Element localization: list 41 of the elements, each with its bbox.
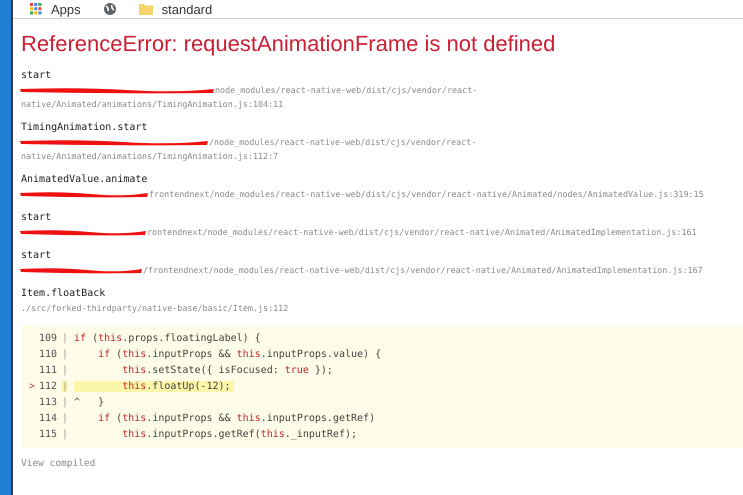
file-path: native/Animated/animations/TimingAnimation.js:104:11 (21, 98, 284, 111)
view-compiled-link[interactable]: View compiled (21, 458, 743, 469)
file-path: node_modules/react-native-web/dist/cjs/vendor/react- (215, 84, 478, 97)
gutter-separator: | (62, 412, 68, 424)
function-name: start (21, 69, 52, 83)
current-line-marker: > (28, 380, 35, 392)
function-name: TimingAnimation.start (21, 121, 148, 135)
line-number: 113 (38, 396, 57, 408)
gutter-separator: | (62, 348, 68, 360)
line-number: 112 (38, 380, 57, 392)
code-line: if (this.props.floatingLabel) { (74, 332, 262, 344)
file-path: frontendnext/node_modules/react-native-web/dist/cjs/vendor/react-native/Animated/nodes/AnimatedValue.js:319:15 (149, 188, 704, 201)
gutter-separator: | (62, 396, 68, 408)
code-line: this.setState({ isFocused: true }); (121, 364, 334, 376)
gutter-separator: | (62, 380, 68, 392)
file-path: rontendnext/node_modules/react-native-web/dist/cjs/vendor/react-native/Animated/AnimatedImplementation.js:161 (147, 226, 697, 239)
globe-icon[interactable] (102, 2, 117, 16)
bookmark-label[interactable]: standard (162, 2, 212, 16)
function-name: Item.floatBack (21, 287, 106, 301)
line-number: 110 (38, 348, 57, 360)
function-name: start (21, 249, 52, 263)
file-path: native/Animated/animations/TimingAnimation.js:112:7 (21, 150, 278, 163)
line-number: 109 (38, 332, 57, 344)
code-line: this.inputProps.getRef(this._inputRef); (121, 428, 358, 440)
code-line: ^ } (74, 396, 106, 408)
gutter-separator: | (62, 428, 68, 440)
function-name: AnimatedValue.animate (21, 173, 148, 187)
code-line: if (this.inputProps && this.inputProps.getRef) (97, 412, 376, 424)
file-path: /node_modules/react-native-web/dist/cjs/vendor/react- (209, 136, 476, 149)
function-name: start (21, 211, 52, 225)
file-path: ./src/forked-thirdparty/native-base/basic/Item.js:112 (21, 302, 288, 315)
bookmark-label[interactable]: Apps (51, 2, 81, 16)
file-path: /frontendnext/node_modules/react-native-web/dist/cjs/vendor/react-native/Animated/AnimatedImplementation.js:167 (143, 264, 703, 277)
line-number: 114 (38, 412, 57, 424)
apps-icon[interactable] (30, 3, 42, 15)
code-line: if (this.inputProps && this.inputProps.value) { (97, 348, 382, 360)
gutter-separator: | (62, 364, 68, 376)
error-title: ReferenceError: requestAnimationFrame is not defined (21, 31, 556, 57)
line-number: 115 (38, 428, 57, 440)
line-number: 111 (38, 364, 57, 376)
gutter-separator: | (62, 332, 68, 344)
